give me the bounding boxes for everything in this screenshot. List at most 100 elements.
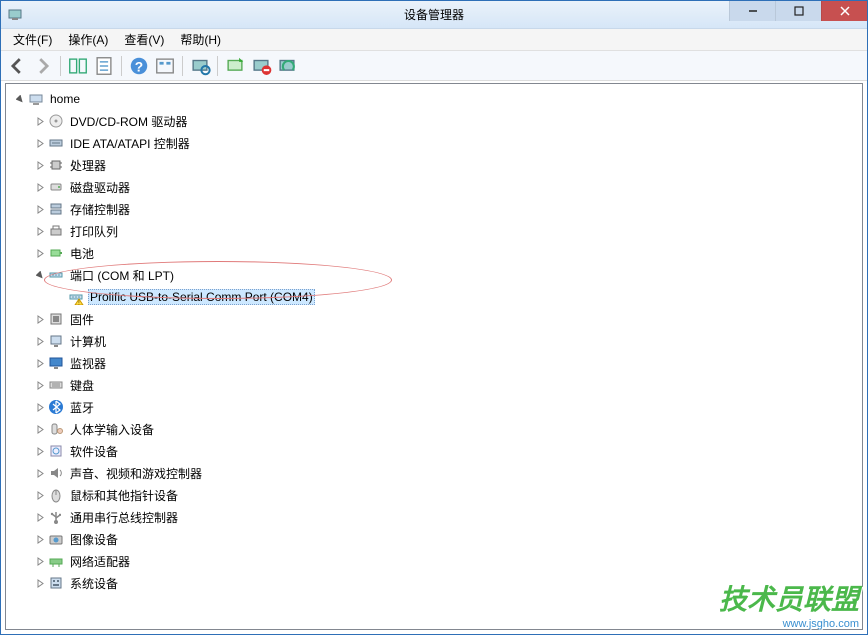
expander-expand[interactable] xyxy=(34,247,46,259)
tree-category[interactable]: 固件 xyxy=(8,308,860,330)
expander-expand[interactable] xyxy=(34,489,46,501)
expander-expand[interactable] xyxy=(34,445,46,457)
cpu-icon xyxy=(48,157,64,173)
enable-device-button[interactable] xyxy=(223,54,247,78)
tree-category[interactable]: 键盘 xyxy=(8,374,860,396)
expander-expand[interactable] xyxy=(34,137,46,149)
app-icon xyxy=(7,7,23,23)
system-icon xyxy=(48,575,64,591)
menu-action[interactable]: 操作(A) xyxy=(60,29,116,50)
expander-expand[interactable] xyxy=(34,577,46,589)
expander-expand[interactable] xyxy=(34,159,46,171)
expander-collapse[interactable] xyxy=(14,93,26,105)
keyboard-icon xyxy=(48,377,64,393)
tree-node-label: 通用串行总线控制器 xyxy=(68,508,180,527)
tree-node-label: 磁盘驱动器 xyxy=(68,178,132,197)
tree-category[interactable]: 磁盘驱动器 xyxy=(8,176,860,198)
port-icon xyxy=(48,267,64,283)
tree-category[interactable]: 处理器 xyxy=(8,154,860,176)
tree-category[interactable]: 打印队列 xyxy=(8,220,860,242)
battery-icon xyxy=(48,245,64,261)
software-icon xyxy=(48,443,64,459)
device-manager-window: 设备管理器 文件(F) 操作(A) 查看(V) 帮助(H) ? home DVD/… xyxy=(0,0,868,635)
tree-category[interactable]: 通用串行总线控制器 xyxy=(8,506,860,528)
tree-category[interactable]: 声音、视频和游戏控制器 xyxy=(8,462,860,484)
tree-node-label: DVD/CD-ROM 驱动器 xyxy=(68,112,189,131)
expander-none xyxy=(54,291,66,303)
tree-category[interactable]: 系统设备 xyxy=(8,572,860,594)
tree-category[interactable]: 鼠标和其他指针设备 xyxy=(8,484,860,506)
usb-icon xyxy=(48,509,64,525)
window-title: 设备管理器 xyxy=(404,6,464,23)
tree-category[interactable]: 蓝牙 xyxy=(8,396,860,418)
tree-node-label: 固件 xyxy=(68,310,96,329)
toolbar-separator xyxy=(182,56,183,76)
tree-category[interactable]: 图像设备 xyxy=(8,528,860,550)
tree-node-label: 监视器 xyxy=(68,354,108,373)
tree-category[interactable]: DVD/CD-ROM 驱动器 xyxy=(8,110,860,132)
expander-expand[interactable] xyxy=(34,511,46,523)
hid-icon xyxy=(48,421,64,437)
minimize-button[interactable] xyxy=(729,1,775,21)
tree-category[interactable]: 软件设备 xyxy=(8,440,860,462)
tree-node-label: 声音、视频和游戏控制器 xyxy=(68,464,204,483)
tree-node-label: IDE ATA/ATAPI 控制器 xyxy=(68,134,192,153)
tree-category[interactable]: 存储控制器 xyxy=(8,198,860,220)
close-button[interactable] xyxy=(821,1,867,21)
show-hide-console-button[interactable] xyxy=(66,54,90,78)
help-button[interactable]: ? xyxy=(127,54,151,78)
action-button[interactable] xyxy=(153,54,177,78)
tree-node-label: 计算机 xyxy=(68,332,108,351)
expander-expand[interactable] xyxy=(34,115,46,127)
titlebar[interactable]: 设备管理器 xyxy=(1,1,867,29)
menu-view[interactable]: 查看(V) xyxy=(116,29,172,50)
properties-button[interactable] xyxy=(92,54,116,78)
expander-expand[interactable] xyxy=(34,555,46,567)
tree-category[interactable]: 网络适配器 xyxy=(8,550,860,572)
expander-expand[interactable] xyxy=(34,203,46,215)
expander-expand[interactable] xyxy=(34,225,46,237)
storage-icon xyxy=(48,201,64,217)
forward-button[interactable] xyxy=(31,54,55,78)
maximize-button[interactable] xyxy=(775,1,821,21)
ide-icon xyxy=(48,135,64,151)
toolbar: ? xyxy=(1,51,867,81)
tree-category[interactable]: 端口 (COM 和 LPT) xyxy=(8,264,860,286)
expander-expand[interactable] xyxy=(34,357,46,369)
mouse-icon xyxy=(48,487,64,503)
back-button[interactable] xyxy=(5,54,29,78)
expander-collapse[interactable] xyxy=(34,269,46,281)
tree-node-label: 网络适配器 xyxy=(68,552,132,571)
svg-text:!: ! xyxy=(78,301,79,306)
tree-category[interactable]: 人体学输入设备 xyxy=(8,418,860,440)
toolbar-separator xyxy=(60,56,61,76)
expander-expand[interactable] xyxy=(34,401,46,413)
sound-icon xyxy=(48,465,64,481)
expander-expand[interactable] xyxy=(34,467,46,479)
expander-expand[interactable] xyxy=(34,181,46,193)
expander-expand[interactable] xyxy=(34,423,46,435)
update-driver-button[interactable] xyxy=(275,54,299,78)
tree-node-label: 蓝牙 xyxy=(68,398,96,417)
tree-node-label: 端口 (COM 和 LPT) xyxy=(68,266,176,285)
scan-hardware-button[interactable] xyxy=(188,54,212,78)
tree-category[interactable]: IDE ATA/ATAPI 控制器 xyxy=(8,132,860,154)
expander-expand[interactable] xyxy=(34,335,46,347)
menu-file[interactable]: 文件(F) xyxy=(5,29,60,50)
firmware-icon xyxy=(48,311,64,327)
tree-device[interactable]: !Prolific USB-to-Serial Comm Port (COM4) xyxy=(8,286,860,308)
tree-category[interactable]: 监视器 xyxy=(8,352,860,374)
menu-help[interactable]: 帮助(H) xyxy=(172,29,229,50)
expander-expand[interactable] xyxy=(34,533,46,545)
disable-device-button[interactable] xyxy=(249,54,273,78)
tree-category[interactable]: 电池 xyxy=(8,242,860,264)
tree-category[interactable]: 计算机 xyxy=(8,330,860,352)
network-icon xyxy=(48,553,64,569)
tree-node-label: 键盘 xyxy=(68,376,96,395)
tree-root-node[interactable]: home xyxy=(8,88,860,110)
device-tree-area[interactable]: home DVD/CD-ROM 驱动器 IDE ATA/ATAPI 控制器处理器磁盘… xyxy=(5,83,863,630)
window-controls xyxy=(729,1,867,21)
port-warn-icon: ! xyxy=(68,289,84,305)
expander-expand[interactable] xyxy=(34,313,46,325)
expander-expand[interactable] xyxy=(34,379,46,391)
